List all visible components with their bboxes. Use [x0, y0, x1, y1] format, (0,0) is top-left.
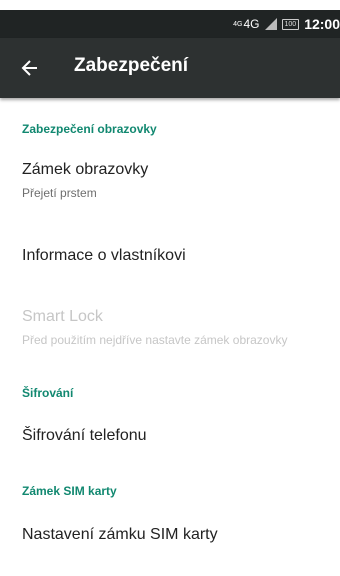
setting-screen-lock-summary: Přejetí prstem	[22, 186, 97, 200]
battery-icon: 100	[281, 18, 300, 30]
clock: 12:00	[304, 16, 340, 32]
network-prefix: 4G	[233, 20, 243, 28]
section-header-sim-lock: Zámek SIM karty	[22, 484, 117, 498]
status-bar: 4G 4G 100 12:00	[0, 10, 340, 38]
section-header-screen-security: Zabezpečení obrazovky	[22, 122, 157, 136]
app-bar: Zabezpečení	[0, 38, 340, 98]
status-icons: 4G 4G 100 12:00	[233, 10, 340, 38]
section-header-encryption: Šifrování	[22, 386, 74, 400]
setting-owner-info-title: Informace o vlastníkovi	[22, 247, 186, 264]
setting-sim-lock-title: Nastavení zámku SIM karty	[22, 526, 218, 543]
setting-smart-lock-title: Smart Lock	[22, 308, 103, 325]
setting-screen-lock-title: Zámek obrazovky	[22, 161, 149, 178]
page-title: Zabezpečení	[74, 55, 189, 76]
setting-smart-lock-summary: Před použitím nejdříve nastavte zámek ob…	[22, 333, 288, 347]
arrow-left-icon[interactable]	[20, 56, 40, 80]
signal-icon	[264, 18, 277, 30]
setting-encrypt-phone-title: Šifrování telefonu	[22, 427, 147, 444]
network-indicator: 4G 4G	[233, 17, 259, 31]
network-type: 4G	[243, 17, 260, 31]
